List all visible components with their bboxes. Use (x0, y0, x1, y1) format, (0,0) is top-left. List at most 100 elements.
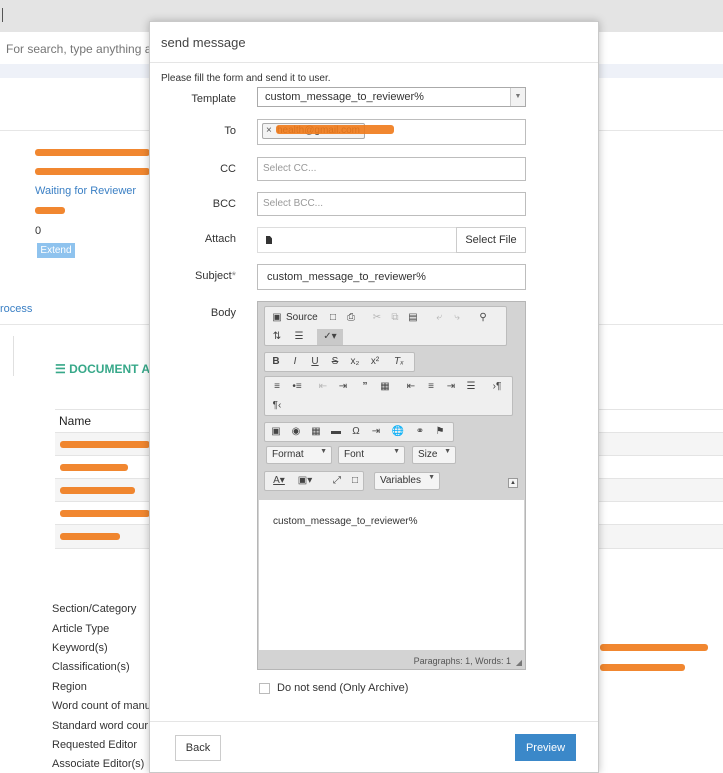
meta-label: Keyword(s) (52, 642, 108, 654)
strikethrough-icon[interactable]: S (327, 354, 343, 370)
size-dropdown[interactable]: Size ▼ (412, 446, 456, 464)
meta-label: Associate Editor(s) (52, 758, 145, 770)
remove-tag-icon[interactable]: × (266, 124, 272, 138)
list-icon: ☰ (55, 362, 66, 376)
template-label: Template (191, 93, 236, 105)
redacted-text (276, 125, 394, 134)
extend-button[interactable]: Extend (37, 243, 75, 258)
send-message-dialog: send message Please fill the form and se… (149, 21, 599, 773)
source-button-label[interactable]: Source (286, 312, 318, 323)
select-all-icon[interactable]: ☰ (291, 329, 307, 345)
redacted-text (600, 644, 708, 651)
div-container-icon[interactable]: ▦ (377, 379, 393, 395)
new-page-icon[interactable]: □ (325, 310, 341, 326)
print-icon[interactable]: ⎙ (343, 310, 359, 326)
table-icon[interactable]: ▦ (308, 424, 324, 440)
underline-icon[interactable]: U (307, 354, 323, 370)
subject-label: Subject* (150, 270, 236, 282)
do-not-send-checkbox[interactable] (259, 683, 270, 694)
cc-field[interactable]: Select CC... (257, 157, 526, 181)
toolbar-group-basic-styles: B I U S x₂ x² Tₓ (264, 352, 415, 372)
format-dropdown[interactable]: Format ▼ (266, 446, 332, 464)
chevron-down-icon: ▼ (510, 88, 525, 106)
numbered-list-icon[interactable]: ≡ (269, 379, 285, 395)
justify-icon[interactable]: ☰ (463, 379, 479, 395)
copy-icon[interactable]: ⧉ (387, 310, 403, 326)
dialog-title: send message (161, 35, 246, 50)
paste-icon[interactable]: ▤ (405, 310, 421, 326)
size-dropdown-label: Size (418, 449, 438, 460)
italic-icon[interactable]: I (287, 354, 303, 370)
redo-icon[interactable]: ⤷ (449, 310, 465, 326)
cut-icon[interactable]: ✂ (369, 310, 385, 326)
remove-format-icon[interactable]: Tₓ (391, 354, 407, 370)
font-dropdown[interactable]: Font ▼ (338, 446, 405, 464)
font-dropdown-label: Font (344, 449, 365, 460)
image-icon[interactable]: ▣ (268, 424, 284, 440)
outdent-icon[interactable]: ⇤ (315, 379, 331, 395)
page-break-icon[interactable]: ⇥ (368, 424, 384, 440)
variables-dropdown[interactable]: Variables ▼ (374, 472, 440, 490)
align-right-icon[interactable]: ⇥ (443, 379, 459, 395)
find-icon[interactable]: ⚲ (475, 310, 491, 326)
link-icon[interactable]: ⚭ (412, 424, 428, 440)
flash-icon[interactable]: ◉ (288, 424, 304, 440)
chevron-down-icon: ▼ (444, 448, 451, 455)
iframe-icon[interactable]: 🌐 (390, 424, 406, 440)
search-input[interactable] (4, 38, 158, 60)
subject-label-text: Subject (195, 270, 232, 282)
toolbar-group-document: ▣ Source □ ⎙ ✂ ⧉ ▤ ⤶ ⤷ ⚲ ⇅ ☰ ✓▾ (264, 306, 507, 346)
horizontal-line-icon[interactable]: ▬ (328, 424, 344, 440)
status-link[interactable]: Waiting for Reviewer (35, 185, 136, 197)
resize-handle-icon[interactable]: ◢ (516, 658, 522, 667)
subscript-icon[interactable]: x₂ (347, 354, 363, 370)
text-color-icon[interactable]: A▾ (269, 473, 289, 489)
align-left-icon[interactable]: ⇤ (403, 379, 419, 395)
anchor-icon[interactable]: ⚑ (432, 424, 448, 440)
superscript-icon[interactable]: x² (367, 354, 383, 370)
undo-icon[interactable]: ⤶ (431, 310, 447, 326)
bulleted-list-icon[interactable]: •≡ (289, 379, 305, 395)
variables-dropdown-label: Variables (380, 475, 421, 486)
attach-field[interactable] (257, 227, 457, 253)
bcc-placeholder: Select BCC... (263, 198, 324, 209)
redacted-text (60, 441, 150, 448)
subject-input[interactable]: custom_message_to_reviewer% (257, 264, 526, 290)
indent-icon[interactable]: ⇥ (335, 379, 351, 395)
source-icon[interactable]: ▣ (269, 310, 285, 326)
template-value: custom_message_to_reviewer% (265, 91, 424, 103)
show-blocks-icon[interactable]: □ (347, 473, 363, 489)
back-button[interactable]: Back (175, 735, 221, 761)
editor-content: custom_message_to_reviewer% (273, 516, 418, 527)
redacted-text (60, 510, 150, 517)
maximize-icon[interactable]: ⤢ (329, 473, 345, 489)
editor-content-area[interactable]: custom_message_to_reviewer% (259, 500, 524, 650)
count-value: 0 (35, 225, 42, 237)
redacted-text (35, 168, 150, 175)
bcc-field[interactable]: Select BCC... (257, 192, 526, 216)
spellcheck-icon[interactable]: ✓▾ (317, 329, 343, 345)
rtl-direction-icon[interactable]: ¶‹ (269, 398, 285, 414)
divider (13, 336, 14, 376)
meta-label: Word count of manu (52, 700, 151, 712)
meta-label: Standard word cour (52, 720, 148, 732)
ltr-direction-icon[interactable]: ›¶ (489, 379, 505, 395)
document-header: ☰ DOCUMENT A (55, 362, 150, 376)
collapse-toolbar-icon[interactable]: ▲ (508, 478, 518, 488)
meta-label: Section/Category (52, 603, 137, 615)
process-link[interactable]: rocess (0, 303, 32, 315)
align-center-icon[interactable]: ≡ (423, 379, 439, 395)
select-file-button[interactable]: Select File (456, 227, 526, 253)
redacted-text (600, 664, 685, 671)
template-select[interactable]: custom_message_to_reviewer% ▼ (257, 87, 526, 107)
to-field[interactable]: × health@gmail.com (257, 119, 526, 145)
chevron-down-icon: ▼ (428, 474, 435, 481)
cc-label: CC (220, 163, 236, 175)
bold-icon[interactable]: B (268, 354, 284, 370)
blockquote-icon[interactable]: ” (357, 379, 373, 395)
preview-button[interactable]: Preview (515, 734, 576, 761)
toolbar-group-colors: A▾ ▣▾ ⤢ □ (264, 471, 364, 491)
background-color-icon[interactable]: ▣▾ (295, 473, 315, 489)
replace-icon[interactable]: ⇅ (269, 329, 285, 345)
special-char-icon[interactable]: Ω (348, 424, 364, 440)
